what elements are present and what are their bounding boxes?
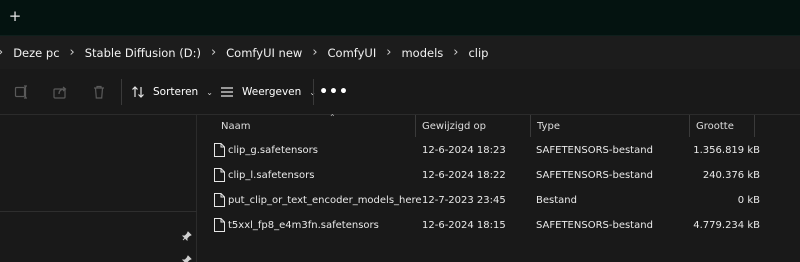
chevron-right-icon[interactable]: › <box>312 45 317 60</box>
file-modified: 12-6-2024 18:22 <box>422 169 506 181</box>
breadcrumb-item-comfyui-new[interactable]: ComfyUI new › <box>226 36 327 69</box>
breadcrumb-item-models[interactable]: models › <box>401 36 468 69</box>
breadcrumb-item-comfyui[interactable]: ComfyUI › <box>328 36 402 69</box>
file-icon <box>214 218 225 232</box>
file-modified: 12-6-2024 18:15 <box>422 219 506 231</box>
sort-button[interactable]: Sorteren ⌄ <box>131 80 213 104</box>
breadcrumb-item-drive[interactable]: Stable Diffusion (D:) › <box>85 36 226 69</box>
chevron-right-icon[interactable]: › <box>211 45 216 60</box>
sort-label[interactable]: Sorteren <box>153 86 198 98</box>
view-icon <box>220 86 234 98</box>
file-row[interactable]: clip_l.safetensors 12-6-2024 18:22 SAFET… <box>208 163 788 187</box>
breadcrumb-label[interactable]: Deze pc <box>13 46 59 60</box>
file-type: SAFETENSORS-bestand <box>536 169 653 181</box>
column-header-modified[interactable]: Gewijzigd op <box>416 115 531 137</box>
file-icon <box>214 143 225 157</box>
breadcrumb-root[interactable]: › <box>0 36 13 69</box>
file-modified: 12-6-2024 18:23 <box>422 144 506 156</box>
file-type: SAFETENSORS-bestand <box>536 144 653 156</box>
breadcrumb-label[interactable]: Stable Diffusion (D:) <box>85 46 201 60</box>
file-name[interactable]: t5xxl_fp8_e4m3fn.safetensors <box>228 213 379 237</box>
breadcrumb-item-clip[interactable]: clip <box>468 36 488 69</box>
file-name[interactable]: clip_l.safetensors <box>228 163 314 187</box>
share-icon[interactable] <box>50 82 70 102</box>
rename-icon[interactable] <box>12 82 32 102</box>
nav-divider <box>0 211 197 212</box>
file-size: 240.376 kB <box>702 169 760 181</box>
breadcrumb: › Deze pc › Stable Diffusion (D:) › Comf… <box>0 35 800 69</box>
file-name[interactable]: clip_g.safetensors <box>228 138 318 162</box>
breadcrumb-label[interactable]: models <box>401 46 443 60</box>
file-list: ⌃ Naam Gewijzigd op Type Grootte clip_g.… <box>198 113 800 262</box>
file-modified: 12-7-2023 23:45 <box>422 194 506 206</box>
sort-icon <box>131 85 145 99</box>
file-row[interactable]: put_clip_or_text_encoder_models_here 12-… <box>208 188 788 212</box>
file-size: 0 kB <box>737 194 760 206</box>
view-label[interactable]: Weergeven <box>242 86 301 98</box>
file-type: Bestand <box>536 194 577 206</box>
delete-icon[interactable] <box>89 82 109 102</box>
tab-strip: + <box>0 0 800 35</box>
column-header-name[interactable]: ⌃ Naam <box>215 113 416 137</box>
chevron-right-icon[interactable]: › <box>386 45 391 60</box>
column-label[interactable]: Type <box>537 121 560 132</box>
file-type: SAFETENSORS-bestand <box>536 219 653 231</box>
chevron-right-icon[interactable]: › <box>70 45 75 60</box>
column-label[interactable]: Grootte <box>696 121 734 132</box>
breadcrumb-label[interactable]: clip <box>468 46 488 60</box>
column-label[interactable]: Naam <box>221 121 250 132</box>
chevron-right-icon[interactable]: › <box>453 45 458 60</box>
breadcrumb-label[interactable]: ComfyUI new <box>226 46 302 60</box>
command-bar: Sorteren ⌄ Weergeven ⌄ ••• <box>0 69 800 115</box>
toolbar-divider <box>121 79 122 105</box>
column-header-type[interactable]: Type <box>531 115 690 137</box>
file-size: 4.779.234 kB <box>693 219 760 231</box>
breadcrumb-item-deze-pc[interactable]: Deze pc › <box>13 36 85 69</box>
toolbar-divider <box>313 79 314 105</box>
breadcrumb-label[interactable]: ComfyUI <box>328 46 377 60</box>
navigation-pane <box>0 115 197 262</box>
chevron-down-icon[interactable]: ⌄ <box>206 88 213 97</box>
pin-icon[interactable] <box>181 254 193 262</box>
sort-asc-icon: ⌃ <box>329 113 336 122</box>
pin-icon[interactable] <box>181 230 193 242</box>
column-header-size[interactable]: Grootte <box>690 115 755 137</box>
column-label[interactable]: Gewijzigd op <box>422 121 486 132</box>
file-size: 1.356.819 kB <box>693 144 760 156</box>
file-icon <box>214 168 225 182</box>
view-button[interactable]: Weergeven ⌄ <box>220 80 316 104</box>
file-row[interactable]: clip_g.safetensors 12-6-2024 18:23 SAFET… <box>208 138 788 162</box>
more-options-button[interactable]: ••• <box>319 82 348 102</box>
chevron-right-icon[interactable]: › <box>0 45 3 60</box>
file-row[interactable]: t5xxl_fp8_e4m3fn.safetensors 12-6-2024 1… <box>208 213 788 237</box>
new-tab-button[interactable]: + <box>5 6 25 26</box>
file-name[interactable]: put_clip_or_text_encoder_models_here <box>228 188 422 212</box>
file-icon <box>214 193 225 207</box>
